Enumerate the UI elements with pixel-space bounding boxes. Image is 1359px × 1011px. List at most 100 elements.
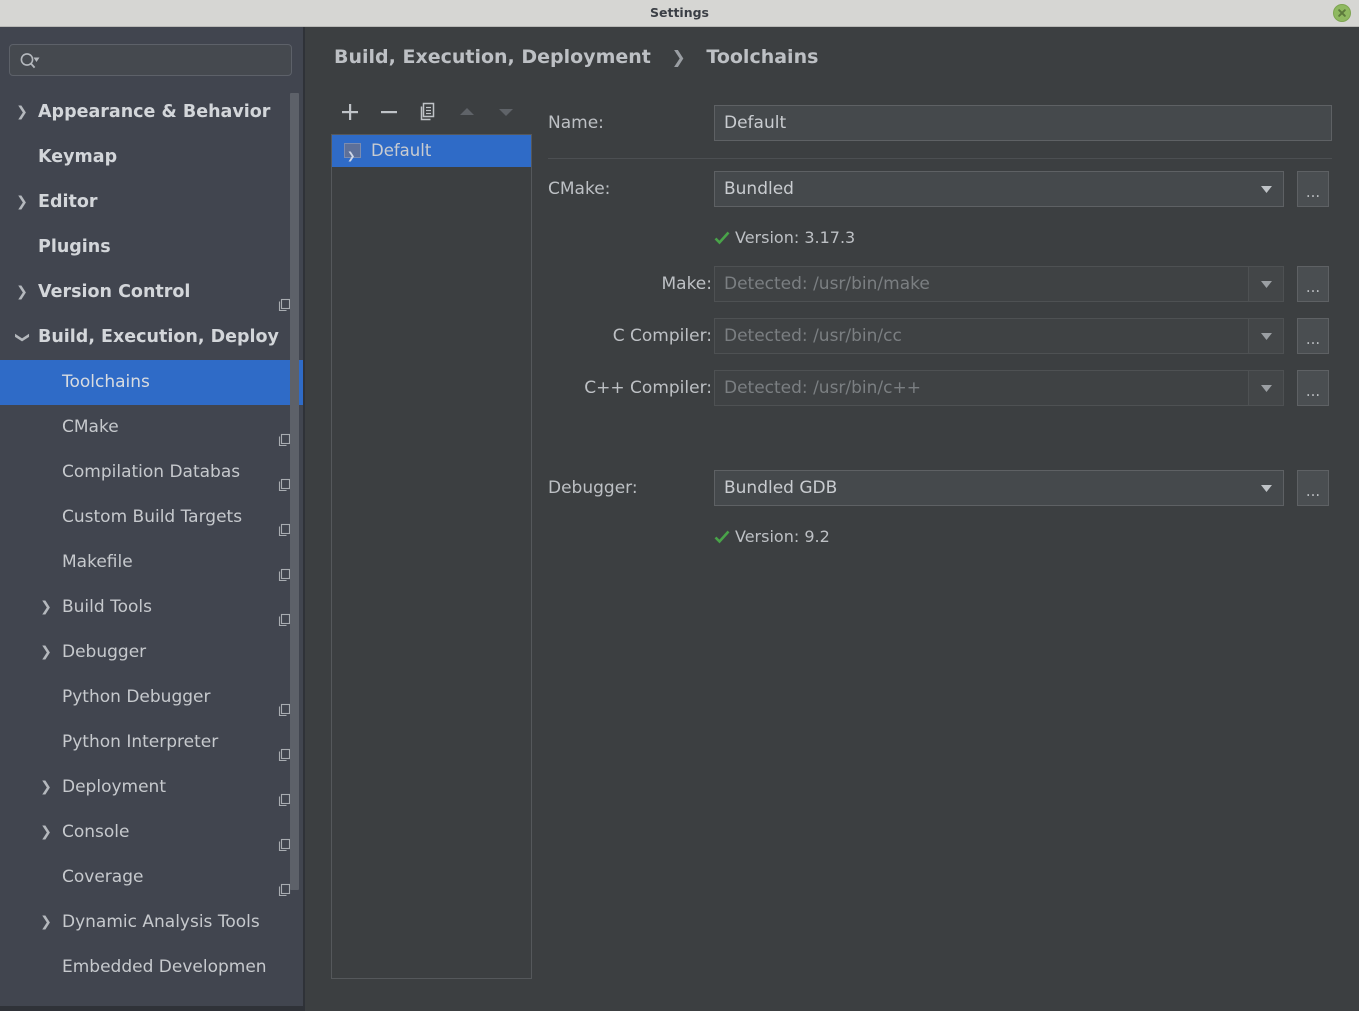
sidebar-item-console[interactable]: ❯ Console: [0, 810, 303, 855]
move-up-button[interactable]: [451, 96, 483, 128]
toolchain-list: Default: [331, 134, 532, 979]
debugger-browse-button[interactable]: ...: [1297, 470, 1329, 506]
sidebar-item-dynamic-analysis-tools[interactable]: ❯ Dynamic Analysis Tools: [0, 900, 303, 945]
debugger-select[interactable]: Bundled GDB: [714, 470, 1284, 506]
close-icon[interactable]: [1333, 4, 1351, 22]
sidebar-item-label: Dynamic Analysis Tools: [62, 912, 260, 932]
check-icon: [714, 229, 730, 245]
make-value: Detected: /usr/bin/make: [724, 274, 930, 294]
c-compiler-value: Detected: /usr/bin/cc: [724, 326, 902, 346]
sidebar-item-python-interpreter[interactable]: Python Interpreter: [0, 720, 303, 765]
chevron-right-icon[interactable]: ❯: [36, 630, 56, 675]
sidebar-item-cmake[interactable]: CMake: [0, 405, 303, 450]
sidebar-item-label: Coverage: [62, 867, 144, 887]
chevron-down-icon[interactable]: [1249, 172, 1283, 206]
chevron-right-icon[interactable]: ❯: [36, 810, 56, 855]
sidebar-item-custom-build-targets[interactable]: Custom Build Targets: [0, 495, 303, 540]
chevron-right-icon[interactable]: ❯: [12, 270, 32, 315]
make-browse-button[interactable]: ...: [1297, 266, 1329, 302]
chevron-right-icon[interactable]: ❯: [12, 180, 32, 225]
minus-icon: [381, 111, 397, 114]
debugger-version-status: Version: 9.2: [714, 526, 830, 548]
sidebar-item-keymap[interactable]: Keymap: [0, 135, 303, 180]
sidebar-item-label: Appearance & Behavior: [38, 102, 271, 122]
sidebar-item-label: Build, Execution, Deploy: [38, 327, 279, 347]
project-settings-copy-icon: [277, 735, 291, 762]
project-settings-copy-icon: [277, 825, 291, 852]
sidebar-item-label: CMake: [62, 417, 119, 437]
name-label: Name:: [548, 113, 604, 133]
chevron-right-icon[interactable]: ❯: [36, 765, 56, 810]
sidebar-item-label: Debugger: [62, 642, 147, 662]
chevron-down-icon[interactable]: [1248, 319, 1283, 353]
list-item[interactable]: Default: [332, 135, 531, 173]
sidebar-item-build-execution-deploy[interactable]: ❯ Build, Execution, Deploy: [0, 315, 303, 360]
make-select[interactable]: Detected: /usr/bin/make: [714, 266, 1284, 302]
c-compiler-browse-button[interactable]: ...: [1297, 318, 1329, 354]
cmake-select[interactable]: Bundled: [714, 171, 1284, 207]
cxx-compiler-select[interactable]: Detected: /usr/bin/c++: [714, 370, 1284, 406]
cmake-version-text: Version: 3.17.3: [735, 228, 856, 247]
toolchain-icon: [344, 141, 361, 173]
sidebar-item-python-debugger[interactable]: Python Debugger: [0, 675, 303, 720]
sidebar-item-label: Keymap: [38, 147, 118, 167]
sidebar-item-coverage[interactable]: Coverage: [0, 855, 303, 900]
project-settings-copy-icon: [277, 780, 291, 807]
sidebar-item-embedded-developmen[interactable]: Embedded Developmen: [0, 945, 303, 990]
sidebar-item-label: Compilation Databas: [62, 462, 241, 482]
sidebar-item-deployment[interactable]: ❯ Deployment: [0, 765, 303, 810]
sidebar-item-version-control[interactable]: ❯ Version Control: [0, 270, 303, 315]
sidebar-item-makefile[interactable]: Makefile: [0, 540, 303, 585]
search-input[interactable]: [9, 44, 292, 76]
check-icon: [714, 528, 730, 544]
sidebar-item-editor[interactable]: ❯ Editor: [0, 180, 303, 225]
cxx-compiler-label: C++ Compiler:: [584, 378, 712, 398]
sidebar-item-label: Python Debugger: [62, 687, 211, 707]
remove-toolchain-button[interactable]: [373, 96, 405, 128]
sidebar-item-plugins[interactable]: Plugins: [0, 225, 303, 270]
add-toolchain-button[interactable]: [334, 96, 366, 128]
name-value: Default: [724, 113, 787, 133]
arrow-up-icon: [460, 108, 474, 115]
project-settings-copy-icon: [277, 510, 291, 537]
sidebar-item-label: Toolchains: [62, 372, 150, 392]
sidebar-item-build-tools[interactable]: ❯ Build Tools: [0, 585, 303, 630]
project-settings-copy-icon: [277, 555, 291, 582]
sidebar-scrollbar[interactable]: [290, 93, 299, 918]
copy-toolchain-button[interactable]: [412, 96, 444, 128]
settings-sidebar: ❯ Appearance & Behavior Keymap ❯ Editor Plugi…: [0, 27, 305, 1011]
settings-tree: ❯ Appearance & Behavior Keymap ❯ Editor Plugi…: [0, 90, 303, 1011]
breadcrumb: Build, Execution, Deployment ❯ Toolchain…: [334, 42, 818, 72]
sidebar-item-label: Plugins: [38, 237, 111, 257]
c-compiler-label: C Compiler:: [612, 326, 712, 346]
chevron-down-icon[interactable]: [1248, 267, 1283, 301]
sidebar-item-debugger[interactable]: ❯ Debugger: [0, 630, 303, 675]
name-field[interactable]: Default: [714, 105, 1332, 141]
breadcrumb-parent[interactable]: Build, Execution, Deployment: [334, 46, 651, 68]
cmake-browse-button[interactable]: ...: [1297, 171, 1329, 207]
project-settings-copy-icon: [277, 285, 291, 312]
cmake-version-status: Version: 3.17.3: [714, 227, 855, 249]
sidebar-item-label: Build Tools: [62, 597, 152, 617]
cxx-compiler-browse-button[interactable]: ...: [1297, 370, 1329, 406]
debugger-label: Debugger:: [548, 478, 638, 498]
chevron-right-icon[interactable]: ❯: [12, 90, 32, 135]
c-compiler-select[interactable]: Detected: /usr/bin/cc: [714, 318, 1284, 354]
sidebar-item-compilation-databas[interactable]: Compilation Databas: [0, 450, 303, 495]
chevron-right-icon: ❯: [671, 48, 686, 68]
sidebar-scrollbar-thumb[interactable]: [290, 93, 299, 890]
chevron-down-icon[interactable]: [1249, 471, 1283, 505]
copy-icon: [420, 102, 435, 121]
window-titlebar: Settings: [0, 0, 1359, 27]
chevron-right-icon[interactable]: ❯: [36, 585, 56, 630]
sidebar-item-toolchains[interactable]: Toolchains: [0, 360, 303, 405]
project-settings-copy-icon: [277, 870, 291, 897]
chevron-down-icon[interactable]: [1248, 371, 1283, 405]
sidebar-item-label: Python Interpreter: [62, 732, 219, 752]
project-settings-copy-icon: [277, 600, 291, 627]
arrow-down-icon: [499, 109, 513, 116]
sidebar-item-appearance-behavior[interactable]: ❯ Appearance & Behavior: [0, 90, 303, 135]
breadcrumb-current: Toolchains: [706, 46, 819, 68]
chevron-right-icon[interactable]: ❯: [36, 900, 56, 945]
move-down-button[interactable]: [490, 96, 522, 128]
